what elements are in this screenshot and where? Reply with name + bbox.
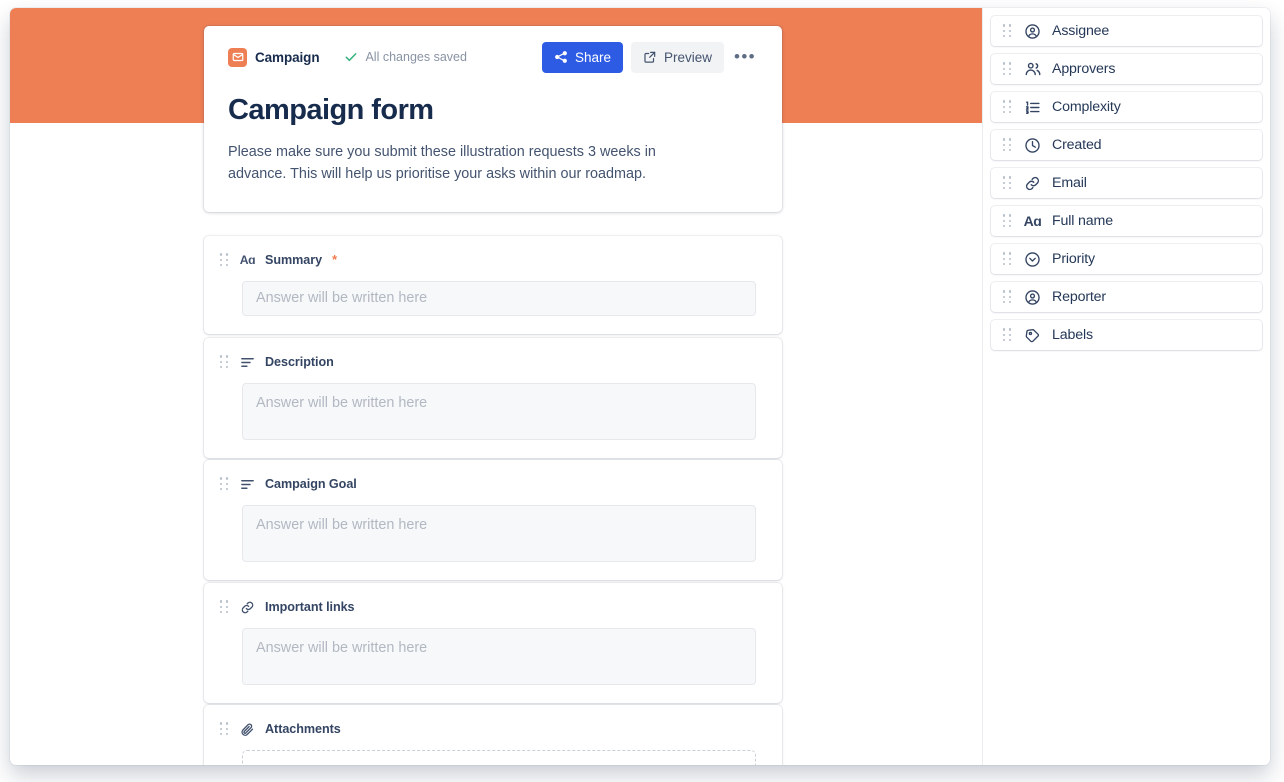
- library-item-priority[interactable]: Priority: [991, 244, 1262, 274]
- drag-handle-icon[interactable]: [1001, 175, 1013, 191]
- drag-handle-icon[interactable]: [218, 354, 230, 370]
- library-item-approvers[interactable]: Approvers: [991, 54, 1262, 84]
- text-aa-icon: Aɑ: [239, 252, 256, 267]
- form-field-campaign-goal[interactable]: Campaign Goal Answer will be written her…: [204, 460, 782, 580]
- field-label: Campaign Goal: [265, 477, 357, 491]
- drag-handle-icon[interactable]: [1001, 23, 1013, 39]
- library-item-label: Full name: [1052, 213, 1113, 229]
- answer-input[interactable]: Answer will be written here: [242, 281, 756, 316]
- form-field-attachments[interactable]: Attachments Attachments will be uploaded…: [204, 705, 782, 765]
- drag-handle-icon[interactable]: [1001, 61, 1013, 77]
- save-status: All changes saved: [344, 50, 467, 64]
- paragraph-icon: [239, 477, 256, 492]
- link-icon: [239, 600, 256, 615]
- numbered-list-icon: [1023, 99, 1042, 116]
- field-label: Description: [265, 355, 334, 369]
- text-aa-icon: Aɑ: [1023, 213, 1042, 229]
- user-circle-icon: [1023, 23, 1042, 40]
- share-button-label: Share: [574, 49, 611, 65]
- paperclip-icon: [239, 722, 256, 737]
- tag-icon: [1023, 327, 1042, 344]
- form-field-description[interactable]: Description Answer will be written here: [204, 338, 782, 458]
- field-header: Description: [218, 352, 756, 372]
- drag-handle-icon[interactable]: [1001, 289, 1013, 305]
- field-header: Aɑ Summary *: [218, 250, 756, 270]
- page-title: Campaign form: [228, 94, 434, 126]
- library-item-full-name[interactable]: Aɑ Full name: [991, 206, 1262, 236]
- library-item-label: Labels: [1052, 327, 1093, 343]
- library-item-created[interactable]: Created: [991, 130, 1262, 160]
- library-item-assignee[interactable]: Assignee: [991, 16, 1262, 46]
- library-item-label: Complexity: [1052, 99, 1121, 115]
- form-canvas: Campaign All changes saved Share Preview…: [10, 8, 982, 765]
- library-item-email[interactable]: Email: [991, 168, 1262, 198]
- preview-button-label: Preview: [663, 49, 712, 65]
- clock-icon: [1023, 137, 1042, 154]
- drag-handle-icon[interactable]: [218, 252, 230, 268]
- link-icon: [1023, 175, 1042, 192]
- share-icon: [554, 50, 568, 64]
- check-icon: [344, 50, 358, 64]
- required-marker: *: [332, 253, 337, 267]
- answer-input[interactable]: Answer will be written here: [242, 383, 756, 440]
- field-label: Summary: [265, 253, 323, 267]
- library-item-reporter[interactable]: Reporter: [991, 282, 1262, 312]
- field-library-panel: Assignee Approvers Complexity Created Em…: [982, 8, 1270, 765]
- drag-handle-icon[interactable]: [1001, 327, 1013, 343]
- drag-handle-icon[interactable]: [218, 476, 230, 492]
- library-item-label: Assignee: [1052, 23, 1110, 39]
- preview-button[interactable]: Preview: [630, 41, 724, 73]
- form-header-card: Campaign All changes saved Share Preview…: [204, 26, 782, 212]
- answer-input[interactable]: Answer will be written here: [242, 628, 756, 685]
- library-item-label: Approvers: [1052, 61, 1116, 77]
- drag-handle-icon[interactable]: [218, 721, 230, 737]
- field-header: Attachments: [218, 719, 756, 739]
- chevron-down-circle-icon: [1023, 251, 1042, 268]
- form-description: Please make sure you submit these illust…: [228, 143, 656, 183]
- library-item-label: Priority: [1052, 251, 1095, 267]
- toolbar-left-group: Campaign All changes saved: [228, 47, 542, 67]
- form-field-important-links[interactable]: Important links Answer will be written h…: [204, 583, 782, 703]
- library-item-labels[interactable]: Labels: [991, 320, 1262, 350]
- form-field-summary[interactable]: Aɑ Summary * Answer will be written here: [204, 236, 782, 334]
- library-item-complexity[interactable]: Complexity: [991, 92, 1262, 122]
- attachment-dropzone[interactable]: Attachments will be uploaded here: [242, 750, 756, 765]
- drag-handle-icon[interactable]: [1001, 99, 1013, 115]
- campaign-chip[interactable]: Campaign: [228, 47, 320, 67]
- field-label: Attachments: [265, 722, 341, 736]
- answer-input[interactable]: Answer will be written here: [242, 505, 756, 562]
- save-status-text: All changes saved: [365, 50, 467, 64]
- drag-handle-icon[interactable]: [1001, 213, 1013, 229]
- drag-handle-icon[interactable]: [1001, 137, 1013, 153]
- people-group-icon: [1023, 60, 1042, 78]
- more-options-button[interactable]: •••: [732, 43, 758, 71]
- form-toolbar: Campaign All changes saved Share Preview…: [228, 26, 758, 88]
- paragraph-icon: [239, 355, 256, 370]
- field-label: Important links: [265, 600, 355, 614]
- drag-handle-icon[interactable]: [1001, 251, 1013, 267]
- external-link-icon: [643, 50, 657, 64]
- share-button[interactable]: Share: [541, 41, 623, 73]
- toolbar-right-group: Share Preview •••: [541, 41, 758, 73]
- mail-icon: [228, 47, 247, 67]
- app-window: Campaign All changes saved Share Preview…: [10, 8, 1270, 765]
- drag-handle-icon[interactable]: [218, 599, 230, 615]
- library-item-label: Created: [1052, 137, 1102, 153]
- library-item-label: Reporter: [1052, 289, 1106, 305]
- campaign-name: Campaign: [255, 49, 320, 65]
- library-item-label: Email: [1052, 175, 1087, 191]
- field-header: Important links: [218, 597, 756, 617]
- field-header: Campaign Goal: [218, 474, 756, 494]
- user-circle-icon: [1023, 289, 1042, 306]
